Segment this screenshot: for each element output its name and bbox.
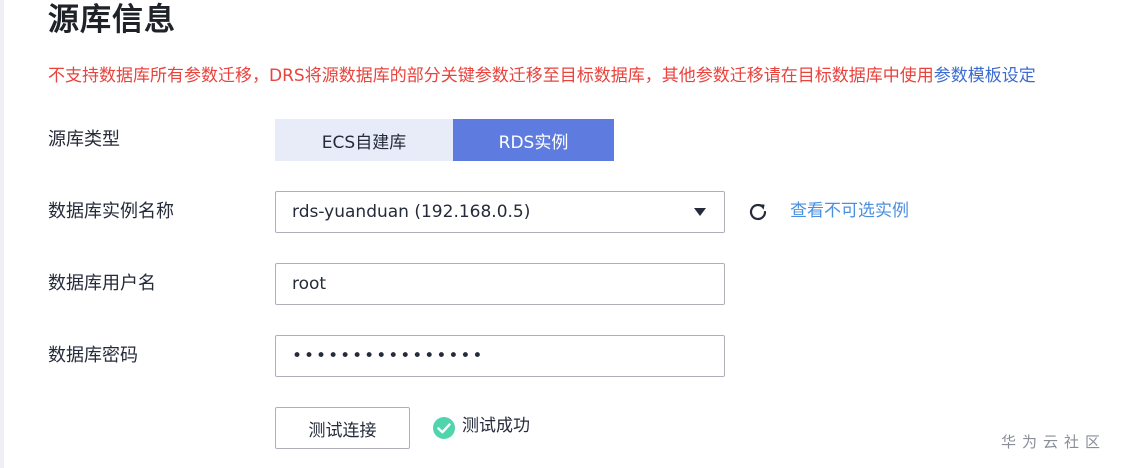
refresh-icon[interactable] bbox=[746, 200, 770, 224]
instance-select[interactable]: rds-yuanduan (192.168.0.5) bbox=[275, 191, 725, 233]
chevron-down-icon bbox=[694, 208, 706, 216]
password-value: •••••••••••••••• bbox=[292, 346, 485, 366]
page-left-border bbox=[0, 0, 4, 468]
test-connection-button[interactable]: 测试连接 bbox=[275, 407, 410, 449]
instance-select-value: rds-yuanduan (192.168.0.5) bbox=[292, 202, 531, 222]
test-status-text: 测试成功 bbox=[462, 416, 530, 436]
source-type-option-rds[interactable]: RDS实例 bbox=[453, 119, 614, 161]
username-input[interactable]: root bbox=[275, 263, 725, 305]
watermark: 华为云社区 bbox=[1001, 433, 1107, 451]
section-title: 源库信息 bbox=[48, 2, 176, 38]
password-label: 数据库密码 bbox=[48, 345, 138, 366]
parameter-template-link[interactable]: 参数模板设定 bbox=[934, 66, 1036, 86]
warning-text: 不支持数据库所有参数迁移，DRS将源数据库的部分关键参数迁移至目标数据库，其他参… bbox=[48, 66, 934, 86]
instance-name-label: 数据库实例名称 bbox=[48, 201, 174, 222]
parameter-warning: 不支持数据库所有参数迁移，DRS将源数据库的部分关键参数迁移至目标数据库，其他参… bbox=[48, 64, 1036, 88]
password-input[interactable]: •••••••••••••••• bbox=[275, 335, 725, 377]
username-label: 数据库用户名 bbox=[48, 273, 156, 294]
source-type-option-ecs[interactable]: ECS自建库 bbox=[275, 119, 453, 161]
view-unselectable-instances-link[interactable]: 查看不可选实例 bbox=[790, 199, 909, 223]
source-type-label: 源库类型 bbox=[48, 129, 120, 150]
username-value: root bbox=[292, 274, 327, 294]
check-circle-icon bbox=[433, 417, 455, 439]
